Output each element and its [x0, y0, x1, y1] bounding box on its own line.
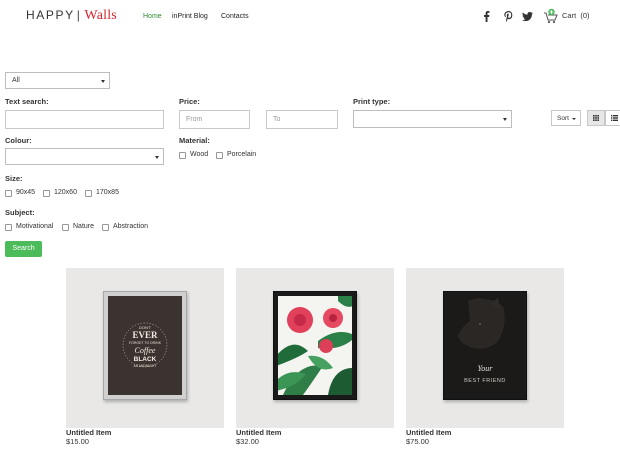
product-title[interactable]: Untitled Item — [406, 428, 451, 437]
cart-label: Cart — [562, 11, 577, 20]
material-wood-checkbox[interactable] — [179, 152, 186, 159]
poster-frame: DON'T EVER FORGET TO DRINK Coffee BLACK … — [103, 291, 187, 400]
poster-frame — [273, 291, 357, 400]
product-card-image[interactable] — [236, 268, 394, 428]
subject-nature-label: Nature — [73, 223, 95, 230]
price-to-input[interactable]: To — [266, 110, 338, 129]
chevron-down-icon — [503, 118, 507, 121]
subject-abstraction-label: Abstraction — [113, 223, 149, 230]
search-button[interactable]: Search — [5, 241, 42, 257]
twitter-icon[interactable] — [521, 10, 533, 22]
product-price: $75.00 — [406, 437, 429, 446]
poster-coffee-art: DON'T EVER FORGET TO DRINK Coffee BLACK … — [108, 296, 182, 395]
text-search-label: Text search: — [5, 97, 49, 106]
subject-label: Subject: — [5, 208, 35, 217]
poster-tropical-art — [278, 296, 352, 395]
product-card-image[interactable]: DON'T EVER FORGET TO DRINK Coffee BLACK … — [66, 268, 224, 428]
product-title[interactable]: Untitled Item — [236, 428, 281, 437]
cart-link[interactable]: Cart (0) — [543, 8, 613, 24]
cart-icon — [543, 8, 559, 24]
subject-nature-checkbox[interactable] — [62, 224, 69, 231]
nav-home[interactable]: Home — [143, 13, 162, 20]
product-price: $15.00 — [66, 437, 89, 446]
sort-button[interactable]: Sort — [551, 110, 581, 126]
grid-icon — [593, 115, 599, 121]
size-label: Size: — [5, 174, 23, 183]
material-porcelain-checkbox[interactable] — [216, 152, 223, 159]
size-120x60-label: 120x60 — [54, 189, 77, 196]
nav-contacts[interactable]: Contacts — [221, 13, 249, 20]
poster-line-3: FORGET TO DRINK — [129, 341, 162, 345]
poster-line-1: Your — [478, 364, 494, 373]
product-card-image[interactable]: Your BEST FRIEND — [406, 268, 564, 428]
price-from-input[interactable]: From — [179, 110, 250, 129]
chevron-down-icon — [101, 80, 105, 83]
chevron-down-icon — [155, 156, 159, 159]
size-170x85-label: 170x85 — [96, 189, 119, 196]
subject-motivational-checkbox[interactable] — [5, 224, 12, 231]
poster-frame: Your BEST FRIEND — [443, 291, 527, 400]
category-select-value: All — [12, 77, 20, 84]
poster-line-6: AS MIDNIGHT — [134, 364, 158, 368]
poster-line-4: Coffee — [135, 346, 156, 355]
text-search-input[interactable] — [5, 110, 164, 129]
logo-text-walls: Walls — [84, 8, 117, 23]
grid-view-button[interactable] — [587, 110, 605, 126]
cart-text: Cart (0) — [562, 11, 590, 20]
category-select[interactable]: All — [5, 72, 110, 89]
poster-line-5: BLACK — [134, 356, 157, 363]
size-90x45-label: 90x45 — [16, 189, 36, 196]
size-170x85-checkbox[interactable] — [85, 190, 92, 197]
poster-line-2: EVER — [132, 330, 158, 340]
subject-motivational-label: Motivational — [16, 223, 54, 230]
material-label: Material: — [179, 136, 210, 145]
print-type-select[interactable] — [353, 110, 512, 128]
site-header: HAPPY | Walls Home inPrint Blog Contacts C… — [0, 0, 620, 34]
cart-count: (0) — [580, 11, 590, 20]
chevron-down-icon — [572, 118, 576, 120]
poster-line-2: BEST FRIEND — [464, 378, 506, 384]
logo-text-happy: HAPPY — [26, 8, 75, 22]
list-icon — [611, 115, 618, 121]
logo-separator: | — [76, 8, 82, 22]
size-90x45-checkbox[interactable] — [5, 190, 12, 197]
price-label: Price: — [179, 97, 200, 106]
colour-label: Colour: — [5, 136, 32, 145]
size-120x60-checkbox[interactable] — [43, 190, 50, 197]
print-type-label: Print type: — [353, 97, 391, 106]
nav-inprint-blog[interactable]: inPrint Blog — [172, 13, 208, 20]
list-view-button[interactable] — [605, 110, 620, 126]
facebook-icon[interactable] — [480, 10, 492, 22]
subject-abstraction-checkbox[interactable] — [102, 224, 109, 231]
site-logo[interactable]: HAPPY | Walls — [26, 8, 117, 24]
pinterest-icon[interactable] — [502, 10, 514, 22]
product-price: $32.00 — [236, 437, 259, 446]
poster-dog-art: Your BEST FRIEND — [448, 296, 522, 395]
material-porcelain-label: Porcelain — [227, 151, 257, 158]
colour-select[interactable] — [5, 148, 164, 165]
product-title[interactable]: Untitled Item — [66, 428, 111, 437]
sort-button-label: Sort — [557, 115, 569, 122]
material-wood-label: Wood — [190, 151, 209, 158]
